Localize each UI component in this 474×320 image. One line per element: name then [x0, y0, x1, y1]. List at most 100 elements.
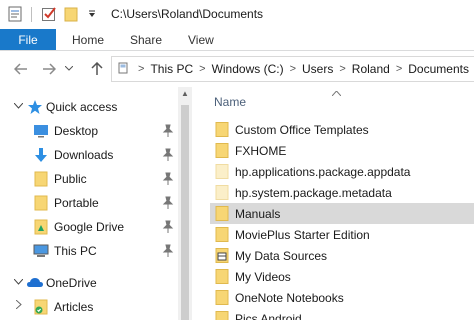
chevron-right-icon[interactable] [15, 299, 22, 312]
navigation-pane: Quick access Desktop Downloads Public Po… [0, 87, 192, 320]
sort-ascending-icon [331, 88, 342, 98]
sidebar-item-label: This PC [54, 244, 97, 258]
checkmark-icon[interactable] [40, 5, 58, 23]
new-folder-icon[interactable] [62, 5, 80, 23]
breadcrumb-windows-c[interactable]: Windows (C:) [212, 62, 284, 76]
tab-file[interactable]: File [0, 29, 56, 50]
breadcrumb-this-pc[interactable]: This PC [150, 62, 193, 76]
folder-icon [214, 290, 230, 305]
pin-icon[interactable] [162, 124, 174, 138]
tab-view[interactable]: View [188, 29, 214, 50]
this-pc-icon [33, 243, 49, 259]
breadcrumb-roland[interactable]: Roland [352, 62, 390, 76]
folder-icon [214, 143, 230, 158]
sidebar-item-label: Portable [54, 196, 99, 210]
quick-access-label: Quick access [46, 100, 118, 114]
list-item[interactable]: Custom Office Templates [210, 119, 474, 140]
file-name: hp.applications.package.appdata [235, 165, 411, 179]
sidebar-item-label: Google Drive [54, 220, 125, 234]
forward-button[interactable] [40, 60, 58, 78]
cloud-icon [26, 275, 43, 291]
list-item[interactable]: OneNote Notebooks [210, 287, 474, 308]
file-name: Pics Android [235, 312, 302, 320]
sidebar-item-public[interactable]: Public [0, 167, 178, 191]
breadcrumb-separator[interactable]: > [390, 63, 408, 75]
breadcrumb-separator[interactable]: > [333, 63, 351, 75]
file-name: My Videos [235, 270, 291, 284]
scrollbar-thumb[interactable] [181, 105, 189, 320]
up-button[interactable] [88, 60, 106, 78]
column-header-name[interactable]: Name [214, 95, 246, 109]
chevron-down-icon[interactable] [13, 101, 24, 112]
ribbon-tabs: File Home Share View [0, 29, 474, 51]
chevron-down-icon [65, 66, 73, 71]
pin-icon[interactable] [162, 148, 174, 162]
up-arrow-icon [91, 62, 103, 75]
navigation-bar: > This PC > Windows (C:) > Users > Rolan… [0, 51, 474, 87]
sidebar-item-portable[interactable]: Portable [0, 191, 178, 215]
list-item[interactable]: Pics Android [210, 308, 474, 320]
list-item[interactable]: My Data Sources [210, 245, 474, 266]
downloads-icon [33, 147, 49, 163]
desktop-icon [33, 123, 49, 139]
breadcrumb-separator[interactable]: > [193, 63, 211, 75]
back-button[interactable] [12, 60, 30, 78]
tab-home[interactable]: Home [72, 29, 104, 50]
sidebar-item-desktop[interactable]: Desktop [0, 119, 178, 143]
file-name: FXHOME [235, 144, 287, 158]
sidebar-item-downloads[interactable]: Downloads [0, 143, 178, 167]
list-item[interactable]: hp.applications.package.appdata [210, 161, 474, 182]
sidebar-item-articles[interactable]: Articles [0, 295, 178, 319]
folder-faded-icon [214, 164, 230, 179]
chevron-down-icon[interactable] [13, 277, 24, 288]
folder-icon [214, 206, 230, 221]
tab-share[interactable]: Share [130, 29, 162, 50]
address-bar[interactable]: > This PC > Windows (C:) > Users > Rolan… [111, 56, 474, 82]
title-separator [31, 7, 32, 22]
sidebar-item-label: Public [54, 172, 87, 186]
folder-faded-icon [214, 185, 230, 200]
breadcrumb-separator[interactable]: > [284, 63, 302, 75]
folder-icon [214, 269, 230, 284]
folder-icon [214, 227, 230, 242]
google-drive-icon [33, 219, 49, 235]
list-item[interactable]: My Videos [210, 266, 474, 287]
scroll-up-icon[interactable]: ▲ [181, 89, 189, 98]
pin-icon[interactable] [162, 196, 174, 210]
synced-folder-icon [33, 299, 49, 315]
sidebar-item-label: Downloads [54, 148, 114, 162]
folder-icon [33, 195, 49, 211]
quick-access[interactable]: Quick access [0, 95, 178, 119]
sidebar-item-label: Articles [54, 300, 94, 314]
breadcrumb-documents[interactable]: Documents [408, 62, 469, 76]
folder-icon [33, 171, 49, 187]
list-item[interactable]: MoviePlus Starter Edition [210, 224, 474, 245]
pin-icon[interactable] [162, 172, 174, 186]
sidebar-item-label: Desktop [54, 124, 99, 138]
file-name: hp.system.package.metadata [235, 186, 392, 200]
this-pc-icon [112, 62, 132, 76]
sidebar-item-this-pc[interactable]: This PC [0, 239, 178, 263]
pin-icon[interactable] [162, 244, 174, 258]
pin-icon[interactable] [162, 220, 174, 234]
sidebar-item-label: OneDrive [46, 276, 97, 290]
window-title: C:\Users\Roland\Documents [111, 7, 264, 21]
file-name: My Data Sources [235, 249, 328, 263]
folder-icon [214, 311, 230, 320]
list-item[interactable]: FXHOME [210, 140, 474, 161]
file-name: OneNote Notebooks [235, 291, 344, 305]
navigation-scrollbar[interactable]: ▲ [178, 87, 192, 320]
sidebar-item-google-drive[interactable]: Google Drive [0, 215, 178, 239]
back-arrow-icon [14, 63, 27, 75]
breadcrumb-users[interactable]: Users [302, 62, 333, 76]
breadcrumb-separator: > [138, 63, 145, 75]
file-name: MoviePlus Starter Edition [235, 228, 370, 242]
customize-toolbar-icon[interactable] [83, 5, 101, 23]
list-item-selected[interactable]: Manuals [210, 203, 474, 224]
properties-icon[interactable] [6, 5, 24, 23]
list-item[interactable]: hp.system.package.metadata [210, 182, 474, 203]
recent-locations-button[interactable] [64, 60, 74, 78]
sidebar-item-onedrive[interactable]: OneDrive [0, 271, 178, 295]
folder-icon [214, 122, 230, 137]
star-icon [27, 99, 43, 115]
